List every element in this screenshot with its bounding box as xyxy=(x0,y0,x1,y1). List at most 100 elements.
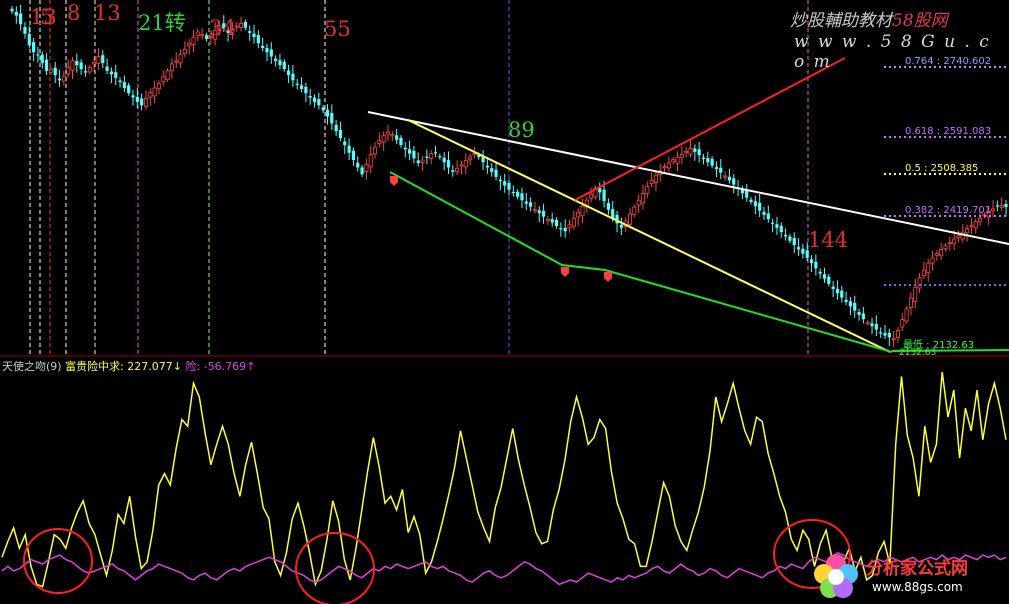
candle-body xyxy=(347,145,351,153)
candle-body xyxy=(688,148,693,155)
candle-body xyxy=(636,199,641,206)
candle-body xyxy=(857,311,861,315)
candle-body xyxy=(87,66,92,73)
candle-body xyxy=(442,157,446,163)
candle-body xyxy=(178,54,183,64)
candle-body xyxy=(105,66,109,71)
candle-body xyxy=(822,274,827,279)
candle-body xyxy=(161,76,166,83)
candle-body xyxy=(265,47,269,53)
candle-body xyxy=(140,98,144,106)
fib-number-label: 5 xyxy=(40,5,53,29)
candle-body xyxy=(282,61,286,70)
candle-body xyxy=(762,211,766,215)
fib-number-label: 8 xyxy=(67,1,80,25)
fib-number-label: 13 xyxy=(94,1,121,25)
candle-body xyxy=(883,333,887,336)
fib-level-label: 0.618 : 2591.083 xyxy=(905,126,991,137)
candle-body xyxy=(632,206,637,216)
candle-body xyxy=(274,58,278,61)
candle-body xyxy=(714,167,719,170)
candle-body xyxy=(758,202,762,211)
fib-level-label: 0.5 : 2508.385 xyxy=(905,163,978,174)
site-logo: 分析家公式网 www.88gs.com xyxy=(808,548,1008,604)
low-price-label: 2132.63 xyxy=(899,348,936,358)
candle-body xyxy=(853,302,857,311)
candle-body xyxy=(831,286,835,290)
indicator-line1-value: 227.077 xyxy=(127,360,173,373)
candle-body xyxy=(684,151,689,154)
candle-body xyxy=(550,219,554,223)
candle-body xyxy=(169,63,174,72)
indicator-line2-label: 险 xyxy=(185,360,197,373)
candle-body xyxy=(408,149,412,154)
candle-body xyxy=(269,49,273,57)
watermark-url: w w w . 5 8 G u . c o m xyxy=(794,32,991,72)
indicator-header: 天使之吻(9) 富贵险中求: 227.077↓ 险: -56.769↑ xyxy=(2,360,256,373)
candle-body xyxy=(32,42,36,53)
candle-body xyxy=(66,66,71,75)
candle-body xyxy=(503,181,507,186)
candle-body xyxy=(814,261,818,269)
candle-body xyxy=(978,217,983,223)
candle-body xyxy=(835,289,840,294)
indicator-line1-label: 富贵险中求 xyxy=(65,360,121,373)
candle-body xyxy=(291,73,295,81)
candle-body xyxy=(304,86,308,94)
candle-body xyxy=(745,190,749,198)
candle-body xyxy=(70,60,75,71)
candle-body xyxy=(818,271,822,274)
candle-body xyxy=(662,166,667,169)
candle-body xyxy=(723,175,728,178)
candle-body xyxy=(243,22,247,28)
candle-body xyxy=(451,170,455,172)
candle-body xyxy=(598,188,602,193)
trend-line-red xyxy=(574,57,846,201)
candle-body xyxy=(908,297,913,308)
candle-body xyxy=(433,152,438,154)
candle-body xyxy=(122,82,126,89)
candle-body xyxy=(792,237,796,246)
candle-body xyxy=(934,253,939,256)
candle-body xyxy=(23,27,27,34)
candle-body xyxy=(44,59,49,71)
candle-body xyxy=(156,83,161,90)
candle-body xyxy=(943,245,948,250)
candle-body xyxy=(753,201,757,207)
candle-body xyxy=(40,54,44,64)
candle-body xyxy=(783,234,788,237)
candle-body xyxy=(343,141,347,145)
candle-body xyxy=(537,210,541,214)
candle-body xyxy=(295,83,299,85)
candle-body xyxy=(101,55,105,64)
candle-body xyxy=(895,330,900,338)
candle-body xyxy=(429,153,434,159)
candle-body xyxy=(19,13,23,25)
candle-body xyxy=(425,156,429,158)
fib-level-label: 0.382 : 2419.701 xyxy=(905,205,991,216)
chart-canvas[interactable]: 0.764 : 2740.6020.618 : 2591.0830.5 : 25… xyxy=(0,0,1009,604)
candle-body xyxy=(321,107,325,111)
candle-body xyxy=(520,193,524,201)
candle-body xyxy=(973,221,978,229)
candle-body xyxy=(61,75,66,82)
candle-body xyxy=(576,211,581,218)
candle-body xyxy=(118,80,122,83)
candle-body xyxy=(485,165,489,168)
candle-body xyxy=(325,109,330,117)
candle-body xyxy=(187,42,192,47)
candle-body xyxy=(14,12,18,16)
candle-body xyxy=(96,56,101,64)
candle-body xyxy=(653,174,658,183)
candle-body xyxy=(710,158,714,166)
candle-body xyxy=(256,35,260,44)
candle-body xyxy=(697,149,701,156)
candle-body xyxy=(571,217,576,227)
logo-url: www.88gs.com xyxy=(872,580,963,594)
candle-body xyxy=(182,48,187,55)
fib-number-label: 55 xyxy=(324,17,351,41)
candle-body xyxy=(438,156,442,158)
candle-body xyxy=(779,225,783,233)
candle-body xyxy=(706,158,710,163)
candle-body xyxy=(801,248,805,254)
